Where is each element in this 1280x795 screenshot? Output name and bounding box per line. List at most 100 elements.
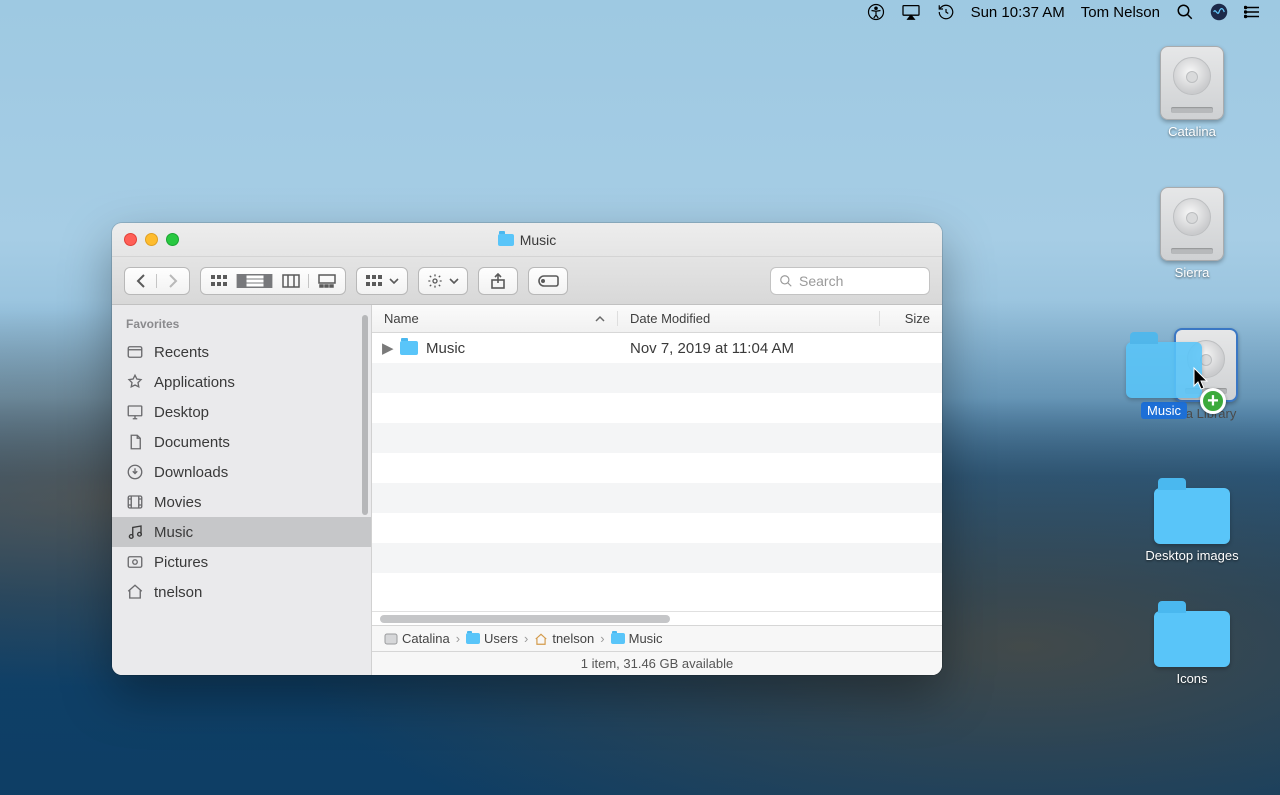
home-icon — [534, 633, 548, 645]
sidebar-item-label: Pictures — [154, 554, 208, 571]
finder-window: Music — [112, 223, 942, 675]
column-headers: Name Date Modified Size — [372, 305, 942, 333]
disclosure-triangle-icon[interactable]: ▶ — [382, 339, 392, 357]
view-columns-button[interactable] — [273, 274, 309, 288]
desktop-folder-desktop-images[interactable]: Desktop images — [1132, 488, 1252, 563]
sidebar-item-label: Applications — [154, 374, 235, 391]
back-button[interactable] — [125, 274, 157, 288]
path-segment[interactable]: Users — [466, 631, 518, 646]
desktop-icon — [126, 403, 144, 421]
desktop-disk-catalina[interactable]: Catalina — [1132, 46, 1252, 139]
sidebar-item-downloads[interactable]: Downloads — [112, 457, 371, 487]
folder-icon — [1126, 342, 1202, 398]
sidebar-item-label: tnelson — [154, 584, 202, 601]
share-button[interactable] — [478, 267, 518, 295]
minimize-button[interactable] — [145, 233, 158, 246]
sidebar-header: Favorites — [112, 315, 371, 337]
horizontal-scrollbar[interactable] — [372, 611, 942, 625]
chevron-right-icon: › — [600, 631, 604, 646]
sidebar-item-documents[interactable]: Documents — [112, 427, 371, 457]
close-button[interactable] — [124, 233, 137, 246]
sidebar-item-music[interactable]: Music — [112, 517, 371, 547]
window-controls — [124, 233, 179, 246]
file-date: Nov 7, 2019 at 11:04 AM — [618, 340, 942, 357]
content-area: Name Date Modified Size ▶ Music — [372, 305, 942, 675]
desktop-disk-sierra[interactable]: Sierra — [1132, 187, 1252, 280]
status-text: 1 item, 31.46 GB available — [581, 656, 733, 671]
empty-row — [372, 363, 942, 393]
sidebar-item-applications[interactable]: Applications — [112, 367, 371, 397]
search-placeholder: Search — [799, 273, 843, 289]
dragged-folder-label: Music — [1141, 402, 1187, 419]
pictures-icon — [126, 553, 144, 571]
group-by-dropdown[interactable] — [356, 267, 408, 295]
path-segment[interactable]: Music — [611, 631, 663, 646]
column-header-label: Name — [384, 311, 419, 326]
hdd-icon — [1160, 46, 1224, 120]
sidebar-item-pictures[interactable]: Pictures — [112, 547, 371, 577]
view-gallery-button[interactable] — [309, 274, 345, 288]
window-title-text: Music — [520, 232, 557, 248]
file-list: ▶ Music Nov 7, 2019 at 11:04 AM — [372, 333, 942, 611]
empty-row — [372, 543, 942, 573]
column-header-date[interactable]: Date Modified — [618, 311, 880, 326]
folder-icon — [611, 633, 625, 644]
chevron-down-icon — [389, 278, 399, 284]
search-input[interactable]: Search — [770, 267, 930, 295]
chevron-right-icon: › — [456, 631, 460, 646]
sidebar-item-desktop[interactable]: Desktop — [112, 397, 371, 427]
accessibility-icon[interactable] — [867, 3, 885, 21]
column-header-name[interactable]: Name — [372, 311, 618, 326]
sidebar-item-home[interactable]: tnelson — [112, 577, 371, 607]
time-machine-icon[interactable] — [937, 3, 955, 21]
view-list-button[interactable] — [237, 274, 273, 288]
documents-icon — [126, 433, 144, 451]
sidebar-item-recents[interactable]: Recents — [112, 337, 371, 367]
menubar-datetime[interactable]: Sun 10:37 AM — [971, 4, 1065, 21]
desktop-icons: Catalina Sierra dia Library Music + Desk… — [1132, 46, 1252, 686]
sidebar: Favorites Recents Applications Desktop D… — [112, 305, 372, 675]
dragged-folder: Music — [1126, 342, 1202, 419]
view-icons-button[interactable] — [201, 274, 237, 288]
folder-icon — [498, 234, 514, 246]
scrollbar[interactable] — [362, 315, 368, 515]
share-icon — [491, 273, 505, 289]
movies-icon — [126, 493, 144, 511]
sidebar-item-movies[interactable]: Movies — [112, 487, 371, 517]
desktop-item-label: Desktop images — [1145, 548, 1238, 563]
path-bar: Catalina › Users › tnelson › Music — [372, 625, 942, 651]
search-icon — [779, 274, 793, 288]
status-bar: 1 item, 31.46 GB available — [372, 651, 942, 675]
desktop-item-label: Icons — [1176, 671, 1207, 686]
sort-asc-icon — [595, 315, 605, 323]
path-segment[interactable]: Catalina — [384, 631, 450, 646]
file-row[interactable]: ▶ Music Nov 7, 2019 at 11:04 AM — [372, 333, 942, 363]
tags-button[interactable] — [528, 267, 568, 295]
desktop-item-label: Sierra — [1175, 265, 1210, 280]
sidebar-item-label: Music — [154, 524, 193, 541]
tag-icon — [537, 274, 559, 288]
spotlight-icon[interactable] — [1176, 3, 1194, 21]
sidebar-item-label: Recents — [154, 344, 209, 361]
path-segment[interactable]: tnelson — [534, 631, 594, 646]
copy-plus-badge-icon: + — [1200, 388, 1226, 414]
column-header-label: Size — [905, 311, 930, 326]
airplay-icon[interactable] — [901, 4, 921, 20]
toolbar: Search — [112, 257, 942, 305]
scrollbar-thumb[interactable] — [380, 615, 670, 623]
column-header-size[interactable]: Size — [880, 311, 942, 326]
menubar-username[interactable]: Tom Nelson — [1081, 4, 1160, 21]
zoom-button[interactable] — [166, 233, 179, 246]
window-titlebar[interactable]: Music — [112, 223, 942, 257]
applications-icon — [126, 373, 144, 391]
action-dropdown[interactable] — [418, 267, 468, 295]
forward-button[interactable] — [157, 274, 189, 288]
menu-bar: Sun 10:37 AM Tom Nelson — [849, 0, 1280, 24]
siri-icon[interactable] — [1210, 3, 1228, 21]
empty-row — [372, 513, 942, 543]
downloads-icon — [126, 463, 144, 481]
notification-center-icon[interactable] — [1244, 4, 1262, 20]
desktop-folder-icons[interactable]: Icons — [1132, 611, 1252, 686]
chevron-right-icon: › — [524, 631, 528, 646]
view-mode-segment — [200, 267, 346, 295]
